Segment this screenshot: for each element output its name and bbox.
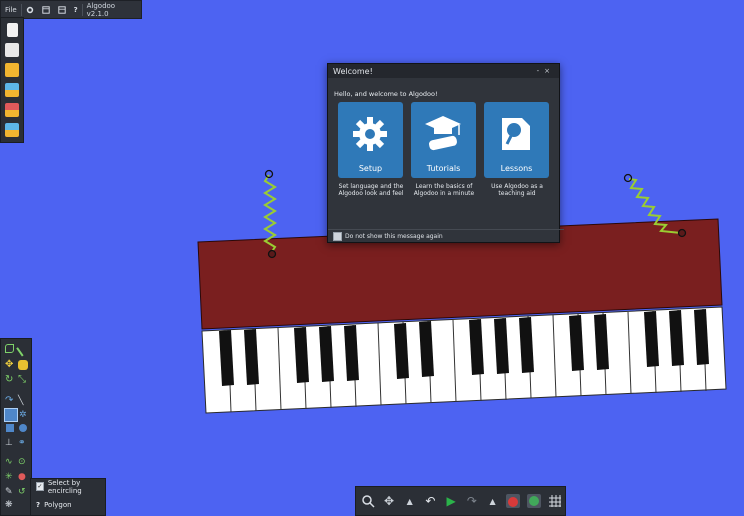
tutorials-label: Tutorials <box>426 164 461 173</box>
tools-palette: ✥ ↻ ⤡ ↷ ╲ ✲ ⊥ ⚭ ∿ ⊙ ✳ ● ✎ ↺ ❋ <box>0 338 32 516</box>
scale-tool-icon[interactable]: ⤡ <box>18 375 28 385</box>
tracer-tool-icon[interactable]: ✎ <box>5 487 15 497</box>
new-scene-icon[interactable] <box>7 23 18 37</box>
setup-card[interactable]: Setup <box>338 102 403 178</box>
select-by-encircling-label: Select by encircling <box>47 478 82 495</box>
undo-icon[interactable]: ↶ <box>422 492 439 510</box>
graduation-cap-icon <box>425 116 461 151</box>
open-folder-icon[interactable] <box>5 63 19 77</box>
tutorials-description: Learn the basics of Algodoo in a minute <box>413 183 475 197</box>
knife-tool-icon[interactable]: ╲ <box>18 396 28 406</box>
setup-label: Setup <box>358 164 383 173</box>
rotate-tool-icon[interactable]: ↻ <box>5 375 15 385</box>
pan-icon[interactable]: ✥ <box>381 492 398 510</box>
help-icon[interactable]: ? <box>70 1 82 18</box>
checkbox-checked-icon[interactable]: ✓ <box>36 482 44 491</box>
algobox-icon[interactable] <box>5 83 19 97</box>
file-menu[interactable]: File <box>1 1 21 18</box>
circle-tool-icon[interactable] <box>19 424 27 432</box>
spring-anchor-bottom[interactable] <box>677 228 687 238</box>
cut-tool-icon[interactable]: ↷ <box>5 396 15 406</box>
help-icon[interactable]: ? <box>36 501 40 509</box>
save-icon[interactable] <box>5 123 19 137</box>
dialog-title-bar[interactable]: Welcome! -× <box>328 64 559 78</box>
gear-icon <box>353 117 387 151</box>
dont-show-option[interactable]: Do not show this message again <box>328 229 564 242</box>
photo-icon[interactable] <box>5 103 19 117</box>
plane-tool-icon[interactable]: ⊥ <box>5 438 15 448</box>
sketch-tool-icon[interactable] <box>5 344 14 353</box>
air-friction-icon[interactable] <box>526 492 543 510</box>
play-icon[interactable]: ▶ <box>443 492 460 510</box>
spring-anchor-top[interactable] <box>623 173 633 183</box>
scene-settings-icon[interactable] <box>5 43 19 57</box>
gear-icon[interactable] <box>22 1 38 18</box>
dont-show-label: Do not show this message again <box>345 232 443 240</box>
greeting-text: Hello, and welcome to Algodoo! <box>334 90 438 98</box>
setup-description: Set language and the Algodoo look and fe… <box>338 183 404 197</box>
simulation-toolbar: ✥ ▲ ↶ ▶ ↷ ▲ <box>355 486 566 516</box>
minimize-button[interactable]: - <box>537 67 545 75</box>
zoom-icon[interactable] <box>360 492 377 510</box>
close-button[interactable]: × <box>544 67 555 75</box>
file-toolbar <box>0 17 24 143</box>
gear-tool-icon[interactable]: ✲ <box>19 410 29 420</box>
lessons-card[interactable]: Lessons <box>484 102 549 178</box>
hand-tool-icon[interactable] <box>18 360 28 370</box>
polygon-tool-icon[interactable] <box>4 408 18 422</box>
lessons-label: Lessons <box>500 164 533 173</box>
box-tool-icon[interactable] <box>6 424 14 432</box>
version-label: Algodoo v2.1.0 <box>86 1 116 18</box>
redo-icon[interactable]: ↷ <box>464 492 481 510</box>
dialog-title: Welcome! <box>333 66 373 76</box>
tool-options-panel: ✓ Select by encircling ? Polygon <box>30 478 106 516</box>
layout-icon[interactable] <box>54 1 70 18</box>
move-tool-icon[interactable]: ✥ <box>5 360 15 370</box>
window-controls: -× <box>537 67 555 75</box>
grid-icon[interactable] <box>546 492 563 510</box>
fixate-tool-icon[interactable]: ✳ <box>5 472 15 482</box>
checkbox-icon[interactable] <box>333 231 342 241</box>
gravity-icon[interactable] <box>505 492 522 510</box>
polygon-option[interactable]: ? Polygon <box>31 497 105 512</box>
lessons-description: Use Algodoo as a teaching aid <box>491 183 543 197</box>
hinge-tool-icon[interactable]: ⊙ <box>18 457 28 467</box>
select-by-encircling-option[interactable]: ✓ Select by encircling <box>31 478 105 495</box>
laser-tool-icon[interactable]: ↺ <box>18 487 28 497</box>
magnifier-icon <box>502 118 530 150</box>
chevron-up-icon[interactable]: ▲ <box>484 492 501 510</box>
drag-tool-icon[interactable] <box>16 341 32 357</box>
spring-anchor-bottom[interactable] <box>267 249 277 259</box>
welcome-dialog: Welcome! -× Hello, and welcome to Algodo… <box>327 63 564 243</box>
chain-tool-icon[interactable]: ⚭ <box>18 438 28 448</box>
thruster-tool-icon[interactable]: ● <box>18 472 28 482</box>
particle-tool-icon[interactable]: ❋ <box>5 500 15 510</box>
spring-tool-icon[interactable]: ∿ <box>5 457 15 467</box>
chevron-up-icon[interactable]: ▲ <box>401 492 418 510</box>
tutorials-card[interactable]: Tutorials <box>411 102 476 178</box>
polygon-label: Polygon <box>44 500 72 509</box>
window-icon[interactable] <box>38 1 54 18</box>
piano[interactable] <box>197 218 727 414</box>
